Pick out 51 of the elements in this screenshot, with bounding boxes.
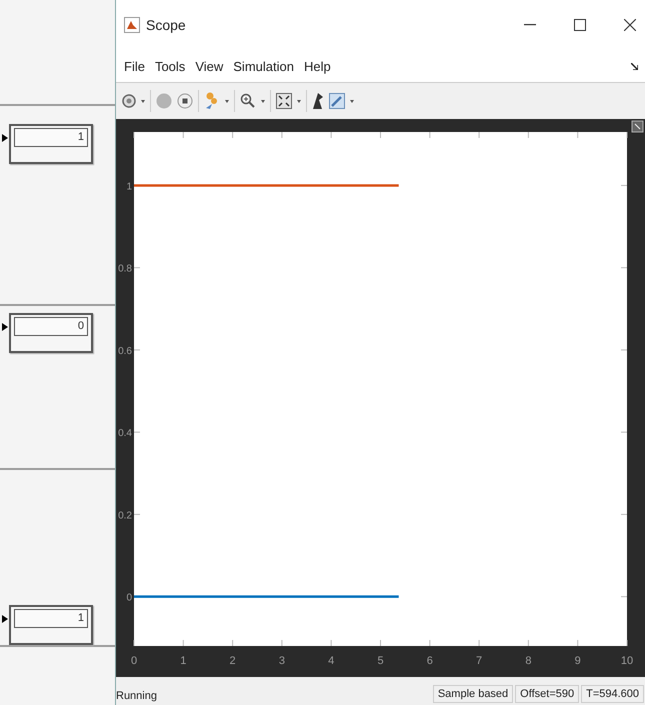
x-tick-label: 10 (620, 655, 634, 667)
menu-item[interactable]: Simulation (233, 58, 294, 74)
display-block[interactable]: 0 (9, 313, 93, 354)
close-icon[interactable] (624, 19, 636, 31)
status-panel: Offset=590 (515, 685, 580, 703)
status-panel: Sample based (432, 685, 514, 703)
app-logo-icon (124, 17, 140, 33)
y-tick-label: 0.4 (118, 428, 132, 440)
x-tick-label: 4 (328, 655, 334, 667)
caret-icon[interactable] (141, 100, 145, 102)
y-tick-label: 0 (126, 592, 132, 604)
fit-view-icon[interactable] (276, 93, 292, 109)
x-tick-label: 8 (525, 655, 532, 667)
status-text: Running (116, 690, 157, 702)
x-tick-label: 7 (476, 655, 482, 667)
x-tick-label: 1 (180, 655, 186, 667)
x-tick-label: 3 (278, 655, 285, 667)
menu-item[interactable]: View (195, 58, 224, 74)
minimize-icon[interactable] (524, 24, 536, 26)
display-value: 1 (14, 609, 88, 628)
x-tick-label: 2 (230, 655, 236, 667)
stop-icon[interactable] (177, 93, 193, 109)
status-panel: T=594.600 (581, 685, 644, 703)
y-tick-label: 0.2 (118, 510, 132, 522)
zoom-icon[interactable] (240, 93, 256, 109)
x-tick-label: 5 (377, 655, 384, 667)
caret-icon[interactable] (225, 100, 229, 102)
expand-icon[interactable] (632, 120, 644, 132)
caret-icon[interactable] (350, 100, 354, 102)
y-tick-label: 0.8 (118, 264, 132, 275)
signal-highlight-icon[interactable] (204, 92, 220, 110)
x-tick-label: 0 (130, 655, 138, 667)
display-value: 1 (14, 128, 88, 147)
display-block[interactable]: 1 (9, 605, 93, 645)
x-tick-label: 6 (426, 655, 433, 667)
signal-selector-icon[interactable] (312, 92, 324, 110)
display-value: 0 (14, 317, 88, 336)
window-title: Scope (146, 17, 186, 33)
menu-item[interactable]: Tools (154, 58, 186, 74)
menu-item[interactable]: Help (304, 58, 331, 74)
caret-icon[interactable] (297, 100, 301, 102)
undock-arrow-icon[interactable] (631, 62, 638, 70)
y-tick-label: 0.6 (118, 346, 132, 357)
y-tick-label: 1 (126, 181, 132, 192)
style-edit-icon[interactable] (329, 93, 345, 109)
maximize-icon[interactable] (574, 19, 586, 31)
caret-icon[interactable] (261, 100, 265, 102)
display-block[interactable]: 1 (9, 124, 93, 164)
menu-item[interactable]: File (124, 58, 145, 74)
x-tick-label: 9 (574, 655, 581, 667)
settings-icon[interactable] (122, 94, 136, 108)
